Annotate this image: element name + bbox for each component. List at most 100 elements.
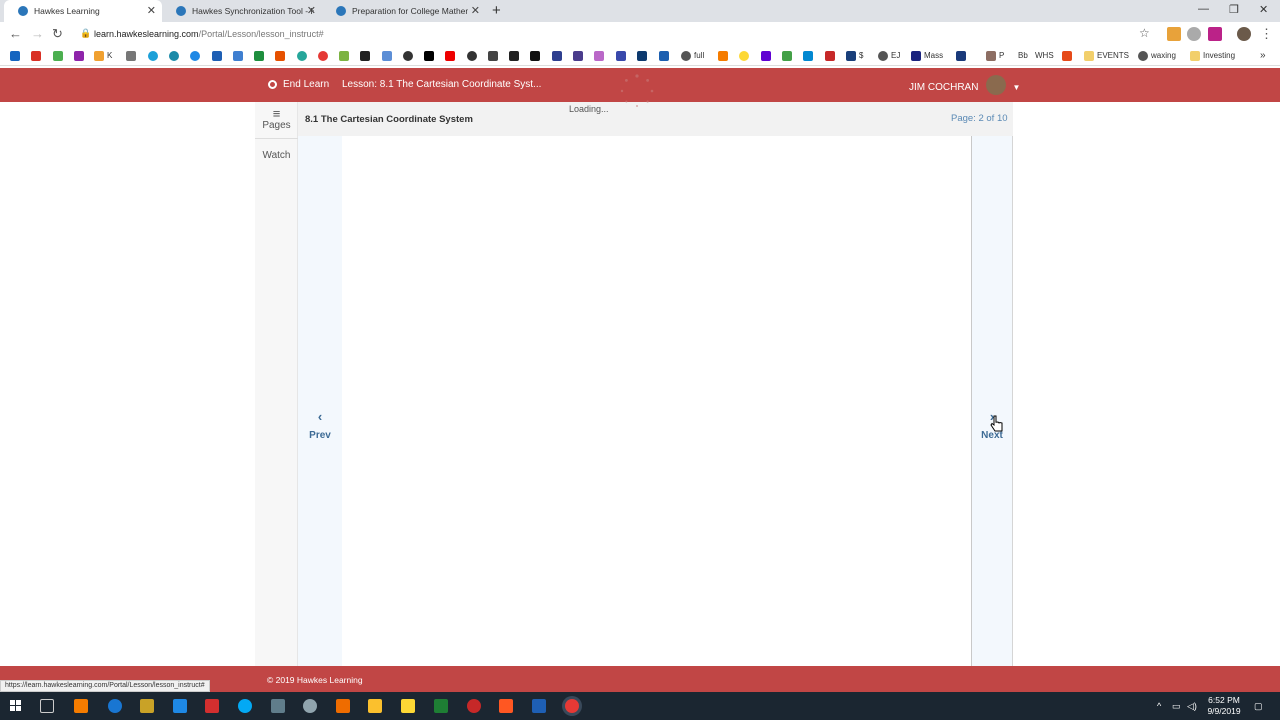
- bookmark-icon[interactable]: [594, 50, 607, 61]
- bookmark-outlook-icon[interactable]: [10, 50, 23, 61]
- prev-button[interactable]: ‹ Prev: [298, 410, 342, 442]
- bookmark-icon[interactable]: [318, 50, 331, 61]
- bookmark-mass[interactable]: Mass: [911, 50, 943, 61]
- bookmark-icon[interactable]: [739, 50, 752, 61]
- bookmark-icon[interactable]: [53, 50, 66, 61]
- bookmark-icon[interactable]: [424, 50, 437, 61]
- bookmark-icon[interactable]: [637, 50, 650, 61]
- app-icon[interactable]: [467, 699, 481, 713]
- task-view-icon[interactable]: [40, 699, 54, 713]
- network-icon[interactable]: ▭: [1172, 701, 1181, 712]
- bookmark-yahoo-icon[interactable]: [761, 50, 774, 61]
- bookmark-icon[interactable]: [530, 50, 543, 61]
- end-learn-button[interactable]: End Learn: [268, 79, 329, 90]
- app-icon[interactable]: [205, 699, 219, 713]
- browser-tab[interactable]: Preparation for College Mathema ✕: [322, 0, 486, 22]
- new-tab-button[interactable]: +: [492, 2, 501, 19]
- bookmark-icon[interactable]: [254, 50, 267, 61]
- app-icon[interactable]: [173, 699, 187, 713]
- bookmark-whs[interactable]: WHS: [1035, 50, 1054, 61]
- bookmark-bb[interactable]: Bb: [1018, 50, 1028, 61]
- back-icon[interactable]: ←: [9, 26, 22, 41]
- bookmark-icon[interactable]: [212, 50, 225, 61]
- url-field[interactable]: learn.hawkeslearning.com/Portal/Lesson/l…: [94, 29, 324, 39]
- bookmark-icon[interactable]: [148, 50, 161, 61]
- profile-avatar[interactable]: [1237, 27, 1251, 41]
- close-window-icon[interactable]: ✕: [1259, 3, 1268, 16]
- browser-tab[interactable]: Hawkes Learning ✕: [4, 0, 162, 22]
- app-icon[interactable]: [303, 699, 317, 713]
- bookmark-icon[interactable]: [718, 50, 731, 61]
- bookmark-k[interactable]: K: [94, 50, 112, 61]
- bookmark-icon[interactable]: [126, 50, 139, 61]
- more-bookmarks-icon[interactable]: »: [1260, 50, 1266, 61]
- app-icon[interactable]: [499, 699, 513, 713]
- bookmark-icon[interactable]: [233, 50, 246, 61]
- bookmark-icon[interactable]: [382, 50, 395, 61]
- clock-date: 9/9/2019: [1207, 706, 1241, 716]
- user-menu[interactable]: JIM COCHRAN ▼: [909, 75, 1020, 95]
- skype-icon[interactable]: [238, 699, 252, 713]
- app-icon[interactable]: [271, 699, 285, 713]
- bookmark-icon[interactable]: [275, 50, 288, 61]
- word-icon[interactable]: [532, 699, 546, 713]
- bookmark-icon[interactable]: [74, 50, 87, 61]
- app-icon[interactable]: [140, 699, 154, 713]
- bookmark-gmail-icon[interactable]: [31, 50, 44, 61]
- app-icon[interactable]: [401, 699, 415, 713]
- volume-icon[interactable]: ◁): [1187, 701, 1197, 712]
- vlc-icon[interactable]: [74, 699, 88, 713]
- bookmark-dollar[interactable]: $: [846, 50, 863, 61]
- bookmark-icon[interactable]: [1062, 50, 1075, 61]
- browser-tab[interactable]: Hawkes Synchronization Tool - H ✕: [162, 0, 322, 22]
- restore-icon[interactable]: ❐: [1229, 3, 1239, 16]
- ie-icon[interactable]: [108, 699, 122, 713]
- bookmark-icon[interactable]: [782, 50, 795, 61]
- chevron-up-icon[interactable]: ^: [1157, 701, 1161, 711]
- bookmark-icon[interactable]: [403, 50, 416, 61]
- minimize-icon[interactable]: —: [1198, 3, 1209, 15]
- chrome-icon[interactable]: [565, 699, 579, 713]
- bookmark-youtube-icon[interactable]: [445, 50, 458, 61]
- bookmark-icon[interactable]: [573, 50, 586, 61]
- bookmark-waxing[interactable]: waxing: [1138, 50, 1176, 61]
- reload-icon[interactable]: ↻: [52, 26, 63, 42]
- bookmark-icon[interactable]: [169, 50, 182, 61]
- excel-icon[interactable]: [434, 699, 448, 713]
- bookmark-investing[interactable]: Investing: [1190, 50, 1235, 61]
- bookmark-icon[interactable]: [488, 50, 501, 61]
- bookmark-ej[interactable]: EJ: [878, 50, 900, 61]
- app-icon[interactable]: [336, 699, 350, 713]
- watch-button[interactable]: Watch: [255, 150, 298, 161]
- bookmark-icon[interactable]: [339, 50, 352, 61]
- bookmark-amazon-icon[interactable]: [509, 50, 522, 61]
- bookmark-icon[interactable]: [360, 50, 373, 61]
- notifications-icon[interactable]: ▢: [1254, 701, 1263, 712]
- bookmark-events[interactable]: EVENTS: [1084, 50, 1129, 61]
- bookmark-label: waxing: [1151, 51, 1176, 60]
- bookmark-icon[interactable]: [616, 50, 629, 61]
- bookmark-icon[interactable]: [803, 50, 816, 61]
- bookmark-icon[interactable]: [659, 50, 672, 61]
- close-tab-icon[interactable]: ✕: [307, 4, 316, 17]
- bookmark-icon[interactable]: [190, 50, 203, 61]
- close-tab-icon[interactable]: ✕: [147, 4, 156, 17]
- forward-icon[interactable]: →: [31, 26, 44, 41]
- bookmark-star-icon[interactable]: ☆: [1139, 26, 1150, 40]
- bookmark-icon[interactable]: [825, 50, 838, 61]
- bookmark-p[interactable]: P: [986, 50, 1004, 61]
- clock[interactable]: 6:52 PM 9/9/2019: [1200, 695, 1248, 717]
- extension-icon[interactable]: [1167, 27, 1181, 41]
- bookmark-icon[interactable]: [297, 50, 310, 61]
- pages-button[interactable]: ≡ Pages: [255, 107, 298, 131]
- file-explorer-icon[interactable]: [368, 699, 382, 713]
- bookmark-icon[interactable]: [552, 50, 565, 61]
- bookmark-full[interactable]: full: [681, 50, 704, 61]
- bookmark-icon[interactable]: [956, 50, 969, 61]
- bookmark-icon[interactable]: [467, 50, 480, 61]
- extension-icon[interactable]: [1187, 27, 1201, 41]
- extension-icon[interactable]: [1208, 27, 1222, 41]
- menu-icon[interactable]: ⋮: [1260, 26, 1273, 42]
- windows-start-icon[interactable]: [10, 700, 22, 712]
- close-tab-icon[interactable]: ✕: [471, 4, 480, 17]
